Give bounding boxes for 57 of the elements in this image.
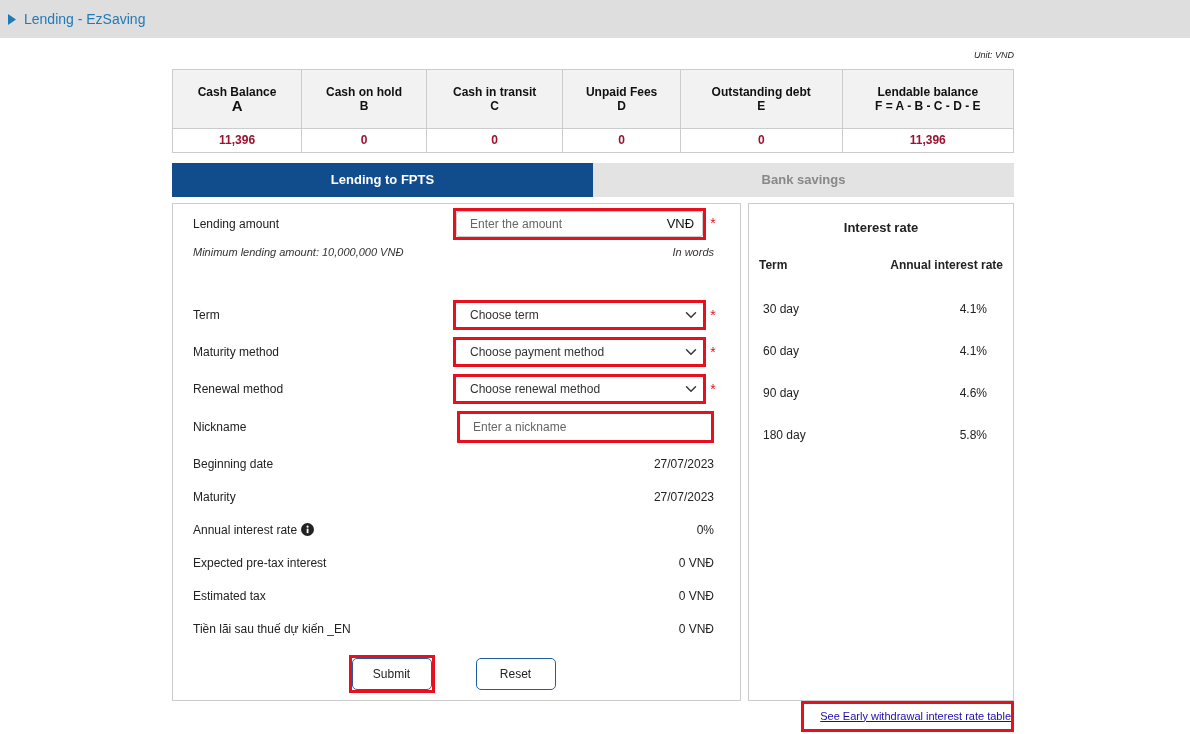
term-cell-text: 90 day bbox=[763, 385, 800, 402]
info-icon[interactable] bbox=[301, 523, 315, 536]
currency-label: VNĐ bbox=[666, 214, 695, 233]
nickname-field[interactable]: Enter a nickname bbox=[457, 411, 714, 443]
info-label: Beginning date bbox=[193, 455, 274, 473]
info-value: 0 VNĐ bbox=[678, 620, 714, 638]
info-label: Estimated tax bbox=[193, 587, 266, 605]
table-cell: 11,396 bbox=[172, 128, 302, 152]
early-withdrawal-link[interactable]: See Early withdrawal interest rate table bbox=[820, 709, 1011, 722]
table-cell: 11,396 bbox=[842, 128, 1014, 152]
panel-title: Interest rate bbox=[842, 218, 920, 237]
amount-field[interactable]: Enter the amount VNĐ bbox=[456, 210, 704, 237]
submit-button[interactable]: Submit bbox=[351, 658, 432, 690]
triangle-icon bbox=[8, 13, 16, 25]
required-mark: * bbox=[709, 379, 717, 399]
hint-text: Minimum lending amount: 10,000,000 VNĐ bbox=[193, 244, 404, 260]
table-cell: 0 bbox=[426, 128, 563, 152]
info-label: Tiền lãi sau thuế dự kiến _EN bbox=[193, 620, 351, 638]
required-mark: * bbox=[709, 214, 717, 233]
rate-cell-text: 4.1% bbox=[959, 343, 987, 360]
field-label: Maturity method bbox=[193, 344, 281, 361]
column-header: Annual interest rate bbox=[890, 257, 1003, 274]
table-cell: 0 bbox=[680, 128, 843, 152]
info-label: Annual interest rate bbox=[193, 521, 298, 539]
rate-cell-text: 4.1% bbox=[959, 301, 987, 318]
term-cell-text: 30 day bbox=[763, 301, 800, 318]
info-value: 0 VNĐ bbox=[678, 554, 714, 572]
required-mark: * bbox=[709, 305, 717, 325]
info-label: Expected pre-tax interest bbox=[193, 554, 327, 572]
table-header-cell: Unpaid Fees D bbox=[562, 69, 681, 128]
column-header: Term bbox=[759, 257, 788, 274]
in-words-note: In words bbox=[672, 244, 714, 260]
field-label: Nickname bbox=[193, 419, 248, 436]
term-cell-text: 180 day bbox=[763, 427, 806, 444]
unit-note: Unit: VND bbox=[973, 49, 1014, 62]
table-header-cell: Cash in transit C bbox=[426, 69, 563, 128]
required-mark: * bbox=[709, 342, 717, 362]
field-label: Lending amount bbox=[193, 215, 281, 233]
table-cell: 0 bbox=[562, 128, 681, 152]
field-label: Term bbox=[193, 307, 221, 324]
table-cell: 0 bbox=[301, 128, 427, 152]
info-value: 0% bbox=[696, 521, 714, 539]
page-title: Lending - EzSaving bbox=[24, 9, 146, 29]
table-header-cell: Cash on hold B bbox=[301, 69, 427, 128]
info-label: Maturity bbox=[193, 488, 236, 506]
info-value: 0 VNĐ bbox=[678, 587, 714, 605]
rate-cell-text: 4.6% bbox=[959, 385, 987, 402]
table-header-cell: Lendable balance F = A - B - C - D - E bbox=[842, 69, 1014, 128]
reset-button[interactable]: Reset bbox=[475, 658, 556, 690]
tab[interactable]: Lending to FPTS bbox=[172, 162, 593, 197]
info-value: 27/07/2023 bbox=[653, 455, 714, 473]
table-header-cell: Outstanding debt E bbox=[680, 69, 843, 128]
table-header-cell: Cash Balance A bbox=[172, 69, 302, 128]
info-value: 27/07/2023 bbox=[653, 488, 714, 506]
rate-cell-text: 5.8% bbox=[959, 427, 987, 444]
term-cell-text: 60 day bbox=[763, 343, 800, 360]
field-label: Renewal method bbox=[193, 381, 285, 398]
